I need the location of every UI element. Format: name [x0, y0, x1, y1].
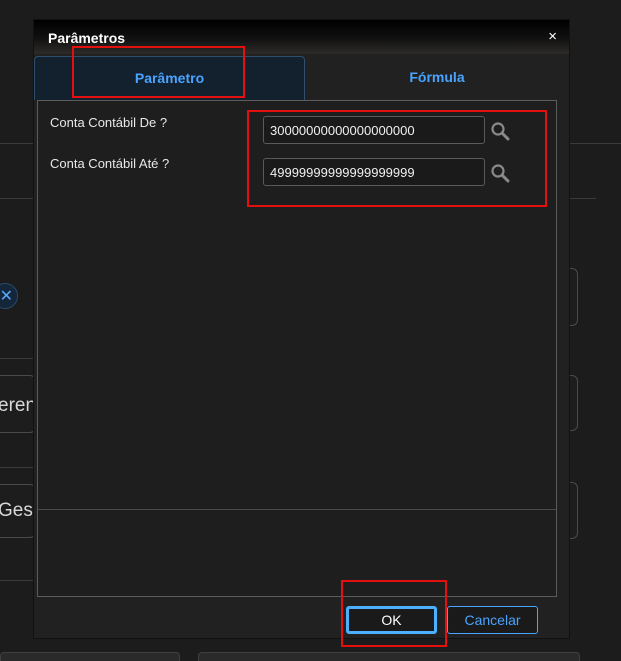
close-icon[interactable]: × [548, 28, 557, 46]
parameters-panel: Conta Contábil De ? Conta Contábil Até ? [37, 100, 557, 597]
background-bottom-bar [0, 652, 180, 661]
background-text: eren [0, 395, 37, 416]
parameters-dialog: Parâmetros × Parâmetro Fórmula Conta Con… [34, 20, 569, 638]
param-label-conta-ate: Conta Contábil Até ? [50, 156, 170, 171]
conta-contabil-de-input[interactable] [263, 116, 485, 144]
conta-contabil-ate-input[interactable] [263, 158, 485, 186]
tab-formula[interactable]: Fórmula [305, 56, 569, 100]
cancel-button[interactable]: Cancelar [447, 606, 538, 634]
tab-label: Fórmula [409, 69, 465, 85]
background-close-chip: ✕ [0, 283, 18, 309]
background-divider [0, 358, 34, 359]
background-bottom-bar [198, 652, 580, 661]
background-divider [0, 580, 34, 581]
search-icon[interactable] [490, 121, 510, 141]
search-icon[interactable] [490, 163, 510, 183]
tab-label: Parâmetro [134, 70, 205, 86]
background-divider [0, 467, 34, 468]
ok-button[interactable]: OK [346, 606, 437, 634]
dialog-title: Parâmetros [48, 30, 126, 46]
dialog-titlebar: Parâmetros × [34, 20, 569, 54]
panel-divider [38, 509, 556, 510]
tab-parametro[interactable]: Parâmetro [34, 56, 305, 100]
param-label-conta-de: Conta Contábil De ? [50, 115, 168, 130]
close-icon: ✕ [0, 288, 13, 305]
